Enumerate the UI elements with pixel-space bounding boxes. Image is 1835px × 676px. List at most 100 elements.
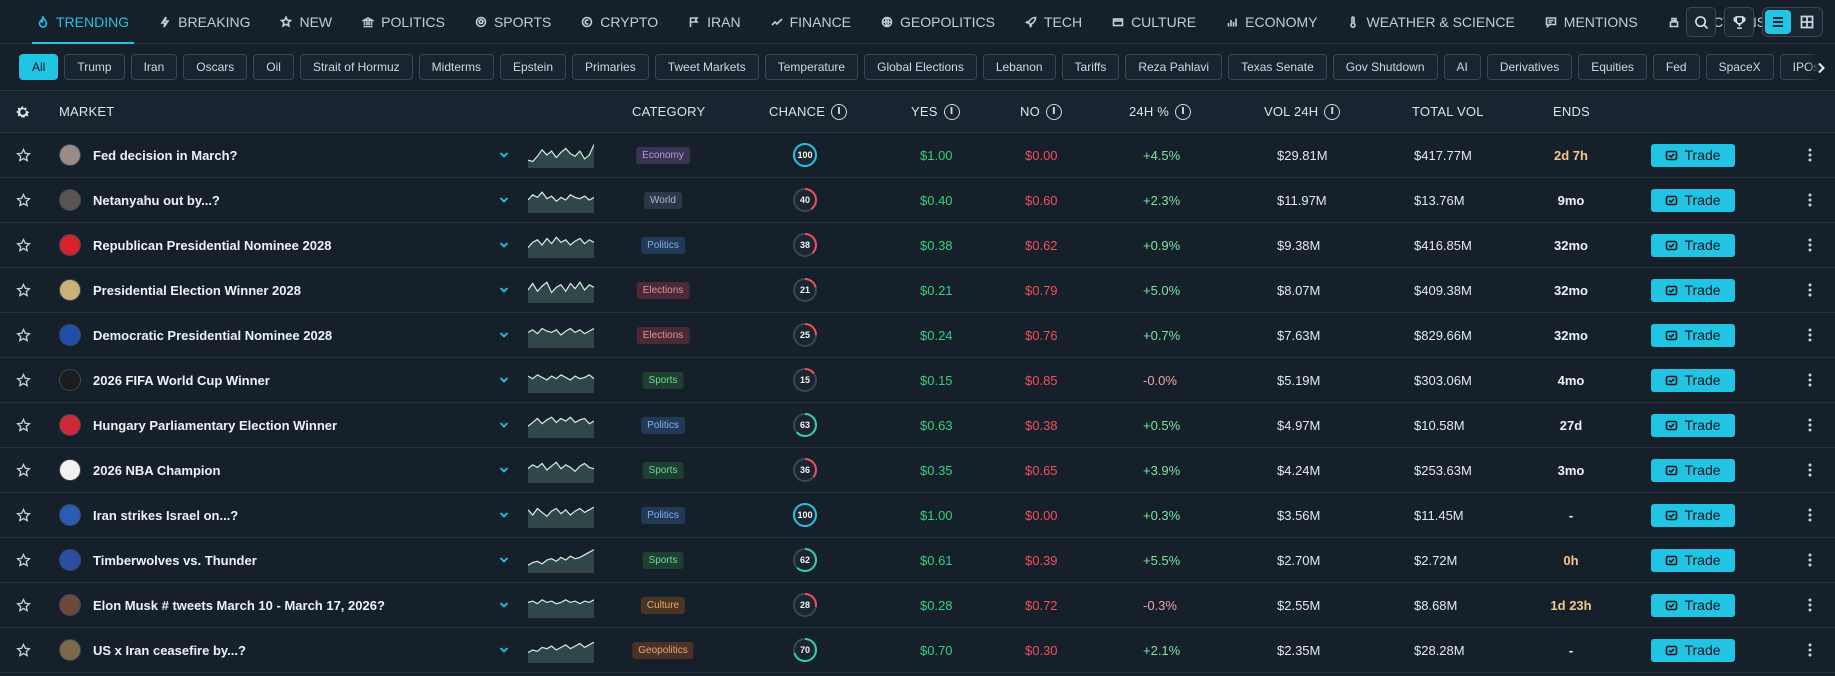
header-ends[interactable]: ENDS bbox=[1553, 91, 1590, 132]
chip-lebanon[interactable]: Lebanon bbox=[982, 54, 1056, 80]
yes-price[interactable]: $0.40 bbox=[920, 178, 953, 222]
row-menu-button[interactable] bbox=[1808, 133, 1812, 177]
trade-button[interactable]: Trade bbox=[1651, 593, 1735, 617]
yes-price[interactable]: $0.38 bbox=[920, 223, 953, 267]
market-name[interactable]: Netanyahu out by...? bbox=[93, 178, 220, 222]
chip-midterms[interactable]: Midterms bbox=[418, 54, 494, 80]
no-price[interactable]: $0.39 bbox=[1025, 538, 1058, 582]
header-chance[interactable]: CHANCE i bbox=[769, 91, 848, 132]
tab-culture[interactable]: CULTURE bbox=[1097, 0, 1211, 43]
market-name[interactable]: Elon Musk # tweets March 10 - March 17, … bbox=[93, 583, 385, 627]
tab-geopolitics[interactable]: GEOPOLITICS bbox=[866, 0, 1010, 43]
tab-new[interactable]: NEW bbox=[265, 0, 347, 43]
trade-button[interactable]: Trade bbox=[1651, 188, 1735, 212]
expand-row-button[interactable] bbox=[499, 628, 509, 672]
no-price[interactable]: $0.00 bbox=[1025, 493, 1058, 537]
search-button[interactable] bbox=[1686, 7, 1716, 37]
table-settings-button[interactable] bbox=[15, 91, 31, 132]
chip-iran[interactable]: Iran bbox=[130, 54, 178, 80]
yes-price[interactable]: $1.00 bbox=[920, 493, 953, 537]
chip-tariffs[interactable]: Tariffs bbox=[1061, 54, 1120, 80]
no-price[interactable]: $0.79 bbox=[1025, 268, 1058, 312]
table-row[interactable]: Netanyahu out by...? World 40 $0.40 $0.6… bbox=[0, 178, 1835, 223]
favorite-button[interactable] bbox=[16, 493, 31, 537]
no-price[interactable]: $0.60 bbox=[1025, 178, 1058, 222]
chip-derivatives[interactable]: Derivatives bbox=[1486, 54, 1573, 80]
expand-row-button[interactable] bbox=[499, 358, 509, 402]
tab-crypto[interactable]: CRYPTO bbox=[566, 0, 673, 43]
category-badge[interactable]: World bbox=[644, 191, 682, 209]
trade-button[interactable]: Trade bbox=[1651, 278, 1735, 302]
list-view-button[interactable] bbox=[1765, 10, 1791, 34]
table-row[interactable]: Fed decision in March? Economy 100 $1.00… bbox=[0, 133, 1835, 178]
header-24h-change[interactable]: 24H % i bbox=[1129, 91, 1192, 132]
market-name[interactable]: Republican Presidential Nominee 2028 bbox=[93, 223, 331, 267]
chip-epstein[interactable]: Epstein bbox=[500, 54, 567, 80]
trade-button[interactable]: Trade bbox=[1651, 233, 1735, 257]
market-name[interactable]: Fed decision in March? bbox=[93, 133, 237, 177]
yes-price[interactable]: $0.70 bbox=[920, 628, 953, 672]
table-row[interactable]: Republican Presidential Nominee 2028 Pol… bbox=[0, 223, 1835, 268]
market-name[interactable]: Presidential Election Winner 2028 bbox=[93, 268, 301, 312]
table-row[interactable]: Democratic Presidential Nominee 2028 Ele… bbox=[0, 313, 1835, 358]
category-badge[interactable]: Sports bbox=[642, 371, 684, 389]
yes-price[interactable]: $0.63 bbox=[920, 403, 953, 447]
category-badge[interactable]: Culture bbox=[640, 596, 686, 614]
no-price[interactable]: $0.38 bbox=[1025, 403, 1058, 447]
leaderboard-button[interactable] bbox=[1724, 7, 1754, 37]
favorite-button[interactable] bbox=[16, 178, 31, 222]
chip-primaries[interactable]: Primaries bbox=[572, 54, 649, 80]
trade-button[interactable]: Trade bbox=[1651, 503, 1735, 527]
table-row[interactable]: Presidential Election Winner 2028 Electi… bbox=[0, 268, 1835, 313]
row-menu-button[interactable] bbox=[1808, 448, 1812, 492]
info-icon[interactable]: i bbox=[1324, 103, 1341, 120]
table-row[interactable]: Iran strikes Israel on...? Politics 100 … bbox=[0, 493, 1835, 538]
expand-row-button[interactable] bbox=[499, 583, 509, 627]
row-menu-button[interactable] bbox=[1808, 628, 1812, 672]
table-row[interactable]: US x Iran ceasefire by...? Geopolitics 7… bbox=[0, 628, 1835, 673]
tab-sports[interactable]: SPORTS bbox=[460, 0, 566, 43]
trade-button[interactable]: Trade bbox=[1651, 323, 1735, 347]
table-row[interactable]: 2026 FIFA World Cup Winner Sports 15 $0.… bbox=[0, 358, 1835, 403]
market-name[interactable]: Hungary Parliamentary Election Winner bbox=[93, 403, 337, 447]
info-icon[interactable]: i bbox=[1045, 103, 1062, 120]
table-row[interactable]: 2026 NBA Champion Sports 36 $0.35 $0.65 … bbox=[0, 448, 1835, 493]
info-icon[interactable]: i bbox=[943, 103, 960, 120]
chip-global-elections[interactable]: Global Elections bbox=[864, 54, 977, 80]
row-menu-button[interactable] bbox=[1808, 223, 1812, 267]
grid-view-button[interactable] bbox=[1794, 10, 1820, 34]
trade-button[interactable]: Trade bbox=[1651, 638, 1735, 662]
favorite-button[interactable] bbox=[16, 403, 31, 447]
trade-button[interactable]: Trade bbox=[1651, 143, 1735, 167]
row-menu-button[interactable] bbox=[1808, 268, 1812, 312]
chip-ai[interactable]: AI bbox=[1443, 54, 1481, 80]
tab-breaking[interactable]: BREAKING bbox=[144, 0, 265, 43]
no-price[interactable]: $0.30 bbox=[1025, 628, 1058, 672]
no-price[interactable]: $0.65 bbox=[1025, 448, 1058, 492]
chip-fed[interactable]: Fed bbox=[1652, 54, 1700, 80]
category-badge[interactable]: Politics bbox=[641, 506, 685, 524]
header-yes[interactable]: YES i bbox=[911, 91, 960, 132]
header-total-vol[interactable]: TOTAL VOL bbox=[1412, 91, 1484, 132]
favorite-button[interactable] bbox=[16, 628, 31, 672]
no-price[interactable]: $0.00 bbox=[1025, 133, 1058, 177]
category-badge[interactable]: Geopolitics bbox=[632, 641, 694, 659]
tab-finance[interactable]: FINANCE bbox=[756, 0, 866, 43]
favorite-button[interactable] bbox=[16, 538, 31, 582]
yes-price[interactable]: $0.35 bbox=[920, 448, 953, 492]
yes-price[interactable]: $0.61 bbox=[920, 538, 953, 582]
market-name[interactable]: Timberwolves vs. Thunder bbox=[93, 538, 257, 582]
yes-price[interactable]: $0.15 bbox=[920, 358, 953, 402]
chip-spacex[interactable]: SpaceX bbox=[1705, 54, 1774, 80]
header-no[interactable]: NO i bbox=[1020, 91, 1062, 132]
market-name[interactable]: Iran strikes Israel on...? bbox=[93, 493, 238, 537]
table-row[interactable]: Elon Musk # tweets March 10 - March 17, … bbox=[0, 583, 1835, 628]
tab-iran[interactable]: IRAN bbox=[673, 0, 755, 43]
favorite-button[interactable] bbox=[16, 313, 31, 357]
category-badge[interactable]: Politics bbox=[641, 416, 685, 434]
favorite-button[interactable] bbox=[16, 268, 31, 312]
expand-row-button[interactable] bbox=[499, 448, 509, 492]
expand-row-button[interactable] bbox=[499, 223, 509, 267]
tab-economy[interactable]: ECONOMY bbox=[1211, 0, 1332, 43]
no-price[interactable]: $0.72 bbox=[1025, 583, 1058, 627]
